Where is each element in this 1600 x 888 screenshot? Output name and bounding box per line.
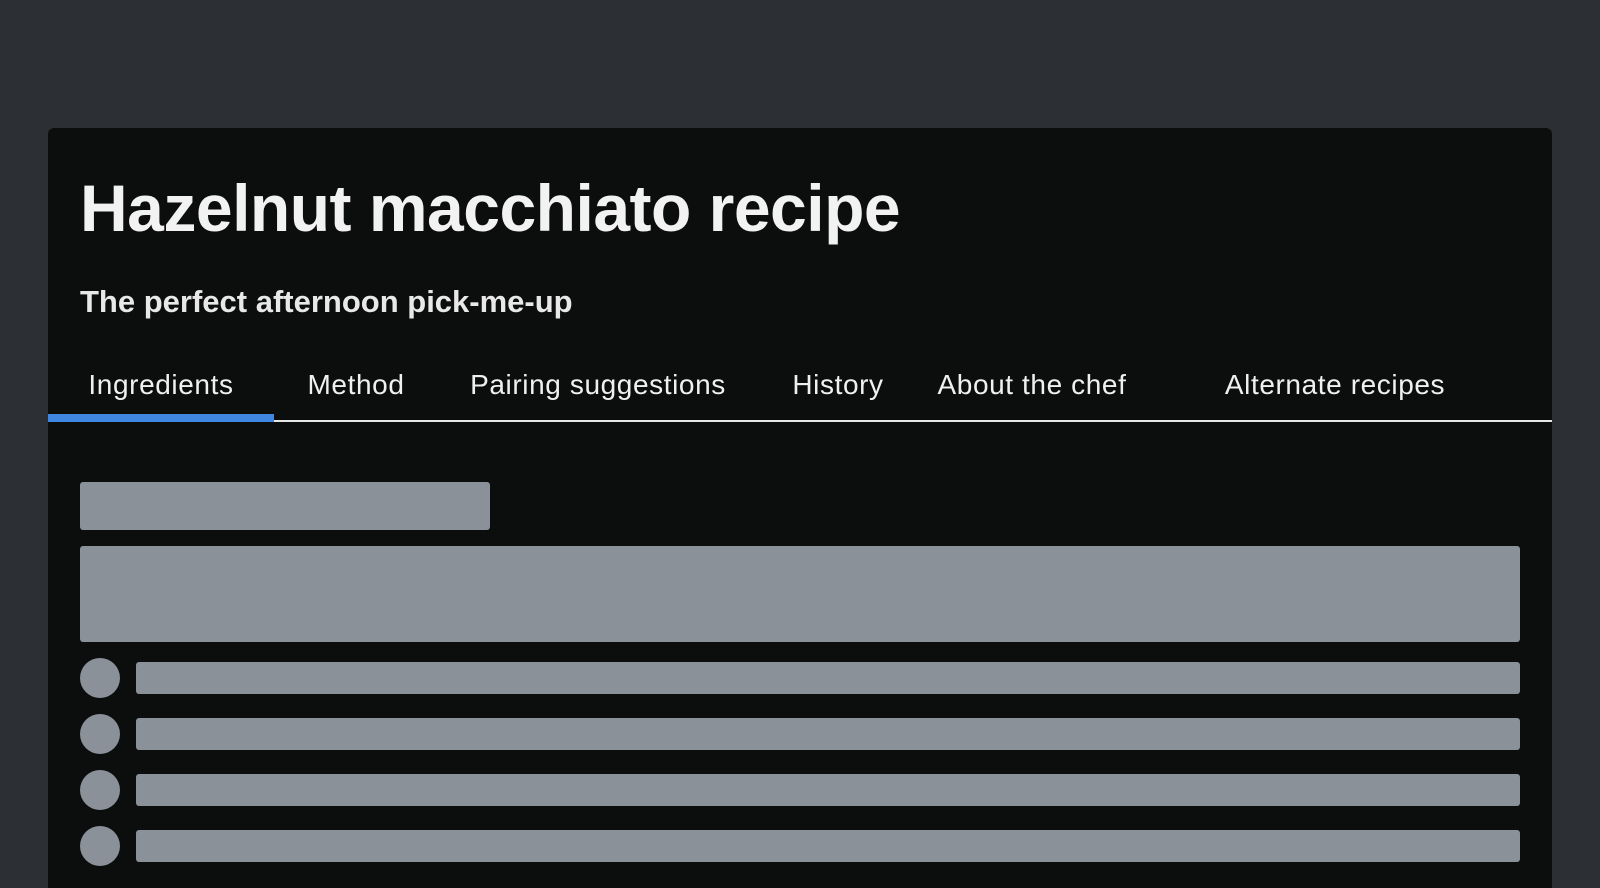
skeleton-bullet — [80, 826, 120, 866]
page-subtitle: The perfect afternoon pick-me-up — [80, 284, 573, 319]
tab-history[interactable]: History — [758, 350, 918, 420]
skeleton-line — [136, 774, 1520, 806]
tab-ingredients[interactable]: Ingredients — [48, 350, 274, 422]
skeleton-bullet — [80, 770, 120, 810]
skeleton-line — [136, 830, 1520, 862]
skeleton-heading — [80, 482, 490, 530]
skeleton-bullet — [80, 714, 120, 754]
tab-pairing-suggestions[interactable]: Pairing suggestions — [438, 350, 758, 420]
recipe-card: Hazelnut macchiato recipe The perfect af… — [48, 128, 1552, 888]
skeleton-paragraph — [80, 546, 1520, 642]
skeleton-line — [136, 718, 1520, 750]
skeleton-bullet — [80, 658, 120, 698]
skeleton-line — [136, 662, 1520, 694]
tab-bar: Ingredients Method Pairing suggestions H… — [48, 350, 1552, 422]
tab-about-the-chef[interactable]: About the chef — [918, 350, 1146, 420]
tab-method[interactable]: Method — [274, 350, 438, 420]
page-title: Hazelnut macchiato recipe — [80, 171, 901, 245]
tab-alternate-recipes[interactable]: Alternate recipes — [1146, 350, 1524, 420]
